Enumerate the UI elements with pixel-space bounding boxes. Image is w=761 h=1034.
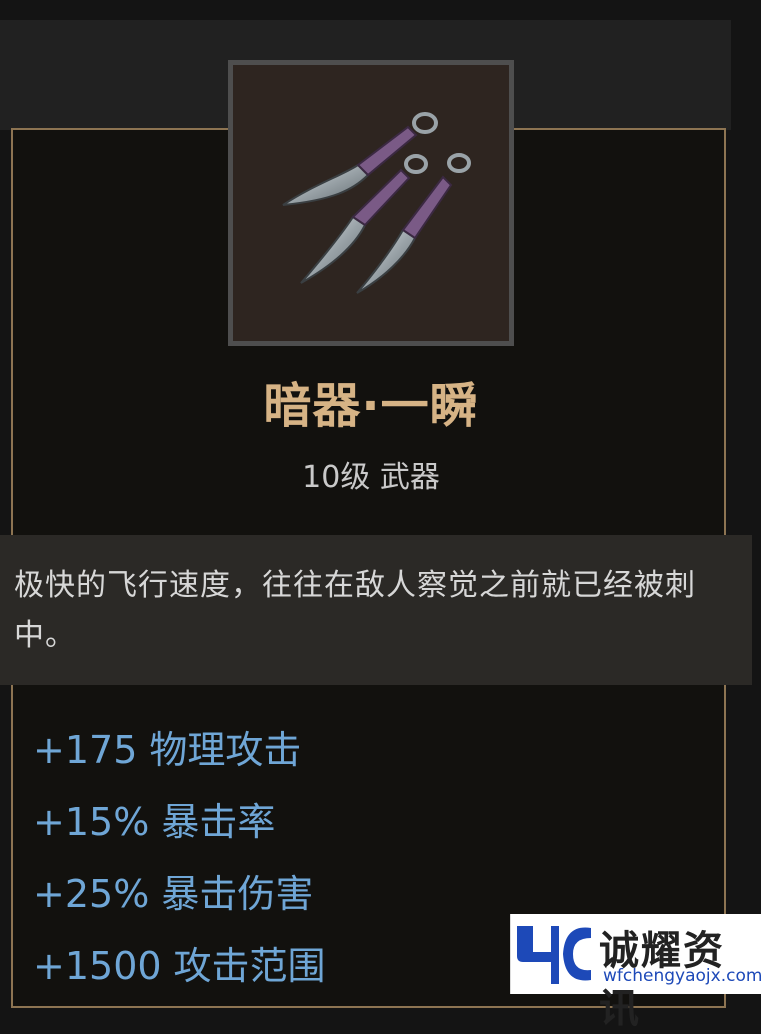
- stat-label: 暴击率: [161, 800, 276, 844]
- stat-label: 暴击伤害: [161, 872, 314, 916]
- stat-value: +175: [33, 728, 138, 772]
- watermark-url: wfchengyaojx.com: [603, 966, 761, 986]
- item-description: 极快的飞行速度，往往在敌人察觉之前就已经被刺中。: [0, 535, 752, 685]
- stat-value: +25%: [33, 872, 150, 916]
- item-icon-frame: [228, 60, 514, 346]
- stat-value: +15%: [33, 800, 150, 844]
- item-level-type: 10级 武器: [302, 460, 440, 495]
- stat-row: +15% 暴击率: [33, 794, 723, 866]
- stat-row: +175 物理攻击: [33, 722, 723, 794]
- throwing-knives-icon: [282, 112, 471, 294]
- watermark: 诚耀资讯 wfchengyaojx.com: [510, 914, 761, 1032]
- stat-value: +1500: [33, 944, 162, 988]
- background-strip: [731, 0, 761, 994]
- stat-label: 攻击范围: [173, 944, 326, 988]
- item-name: 暗器·一瞬: [263, 378, 479, 434]
- watermark-logo-icon: [517, 926, 591, 984]
- stat-label: 物理攻击: [149, 728, 302, 772]
